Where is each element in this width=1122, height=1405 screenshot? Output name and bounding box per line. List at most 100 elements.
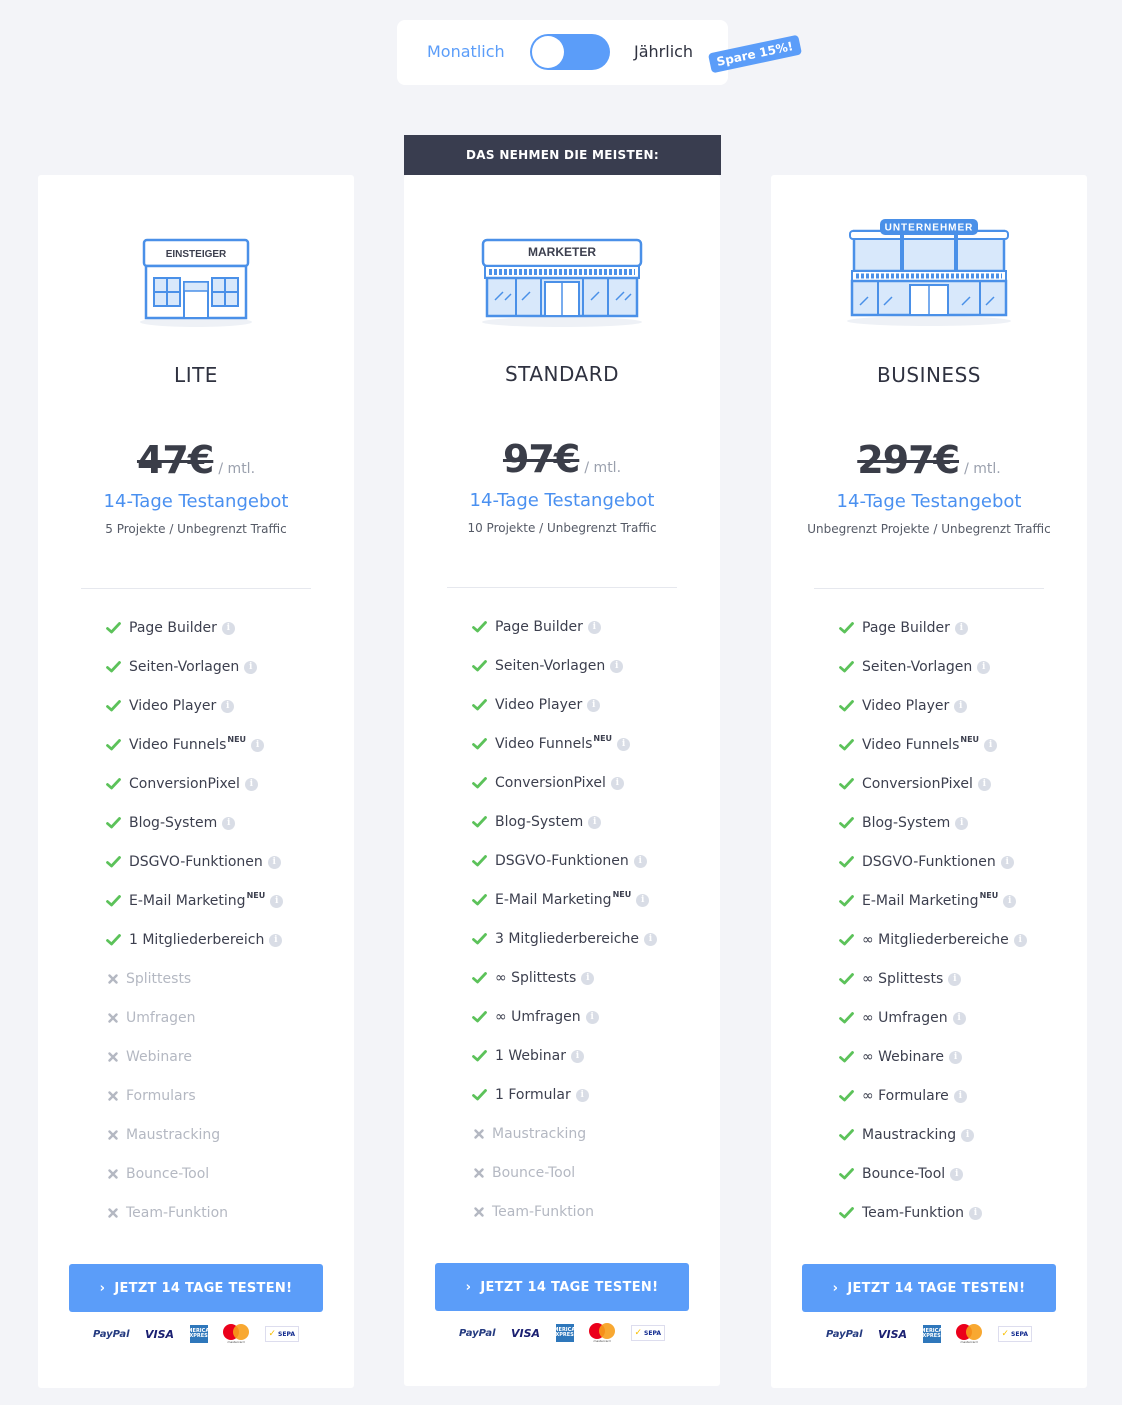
feature-item: Video Funnels NEU i <box>472 734 631 754</box>
check-icon <box>839 973 854 985</box>
info-icon[interactable]: i <box>961 1128 975 1142</box>
check-icon <box>839 1051 854 1063</box>
feature-item: ConversionPixel i <box>839 774 991 794</box>
price-unit: / mtl. <box>964 461 1001 477</box>
start-trial-label: JETZT 14 TAGE TESTEN! <box>480 1279 659 1295</box>
payment-methods: PayPal VISA AMERICAN EXPRESS mastercard ✓ SEP… <box>826 1323 1032 1345</box>
feature-item: DSGVO-Funktionen i <box>839 852 1014 872</box>
info-icon[interactable]: i <box>610 776 624 790</box>
monthly-label[interactable]: Monatlich <box>427 42 505 61</box>
info-icon[interactable]: i <box>267 855 281 869</box>
shop-illustration: EINSTEIGER <box>138 238 254 332</box>
feature-item: Page Builder i <box>472 617 601 637</box>
feature-label: DSGVO-Funktionen <box>129 854 263 870</box>
feature-item: Video Player i <box>106 696 235 716</box>
info-icon[interactable]: i <box>1013 933 1027 947</box>
feature-item: Team-Funktion <box>106 1203 228 1223</box>
start-trial-button[interactable]: › JETZT 14 TAGE TESTEN! <box>435 1263 689 1311</box>
check-icon <box>106 778 121 790</box>
feature-item: Formulars <box>106 1086 196 1106</box>
info-icon[interactable]: i <box>950 1167 964 1181</box>
info-icon[interactable]: i <box>610 659 624 673</box>
sepa-logo: ✓ SEPA <box>997 1326 1032 1342</box>
info-icon[interactable]: i <box>588 815 602 829</box>
price-unit: / mtl. <box>218 461 256 477</box>
info-icon[interactable]: i <box>585 1010 599 1024</box>
info-icon[interactable]: i <box>984 738 998 752</box>
check-icon <box>839 895 854 907</box>
info-icon[interactable]: i <box>570 1049 584 1063</box>
info-icon[interactable]: i <box>1000 855 1014 869</box>
check-icon <box>472 1050 487 1062</box>
price-row: 297€ / mtl. <box>771 438 1087 482</box>
info-icon[interactable]: i <box>977 660 991 674</box>
switch-knob[interactable] <box>532 36 564 68</box>
feature-item: Maustracking <box>472 1124 586 1144</box>
info-icon[interactable]: i <box>1003 894 1017 908</box>
start-trial-label: JETZT 14 TAGE TESTEN! <box>114 1280 293 1296</box>
chevron-right-icon: › <box>832 1280 839 1296</box>
info-icon[interactable]: i <box>575 1088 589 1102</box>
feature-item: Team-Funktion i <box>839 1203 983 1223</box>
paypal-logo: PayPal <box>93 1328 130 1340</box>
info-icon[interactable]: i <box>221 621 235 635</box>
payment-methods: PayPal VISA AMERICAN EXPRESS mastercard ✓ SEP… <box>459 1322 665 1344</box>
info-icon[interactable]: i <box>221 699 235 713</box>
plan-name: LITE <box>174 363 218 387</box>
trial-label: 14-Tage Testangebot <box>836 491 1022 512</box>
info-icon[interactable]: i <box>636 893 650 907</box>
info-icon[interactable]: i <box>949 1050 963 1064</box>
info-icon[interactable]: i <box>952 1011 966 1025</box>
billing-switch[interactable] <box>530 34 610 70</box>
info-icon[interactable]: i <box>222 816 236 830</box>
old-price: 97€ <box>502 437 580 481</box>
feature-item: Seiten-Vorlagen i <box>106 657 258 677</box>
feature-item: E-Mail Marketing NEU i <box>839 891 1017 911</box>
info-icon[interactable]: i <box>633 854 647 868</box>
feature-label: Video Funnels <box>129 737 227 753</box>
feature-item: DSGVO-Funktionen i <box>106 852 281 872</box>
info-icon[interactable]: i <box>269 933 283 947</box>
feature-label: Video Funnels <box>862 737 960 753</box>
feature-item: Blog-System i <box>839 813 969 833</box>
feature-label: Blog-System <box>495 814 584 830</box>
info-icon[interactable]: i <box>644 932 657 946</box>
info-icon[interactable]: i <box>270 894 284 908</box>
feature-label: ∞ Splittests <box>495 970 577 986</box>
yearly-label[interactable]: Jährlich <box>634 42 693 61</box>
check-icon <box>839 934 854 946</box>
info-icon[interactable]: i <box>969 1206 983 1220</box>
start-trial-button[interactable]: › JETZT 14 TAGE TESTEN! <box>802 1264 1056 1312</box>
feature-label: ConversionPixel <box>495 775 606 791</box>
info-icon[interactable]: i <box>977 777 991 791</box>
info-icon[interactable]: i <box>953 1089 967 1103</box>
x-icon <box>108 1169 118 1179</box>
feature-label: Blog-System <box>862 815 951 831</box>
feature-item: 1 Mitgliederbereich i <box>106 930 283 950</box>
info-icon[interactable]: i <box>954 621 968 635</box>
feature-label: ∞ Umfragen <box>862 1010 948 1026</box>
info-icon[interactable]: i <box>948 972 962 986</box>
feature-label: Seiten-Vorlagen <box>862 659 973 675</box>
info-icon[interactable]: i <box>244 660 258 674</box>
feature-label: ConversionPixel <box>862 776 973 792</box>
feature-label: Blog-System <box>129 815 218 831</box>
feature-item: E-Mail Marketing NEU i <box>106 891 284 911</box>
check-icon <box>839 856 854 868</box>
info-icon[interactable]: i <box>955 816 969 830</box>
info-icon[interactable]: i <box>587 698 601 712</box>
info-icon[interactable]: i <box>617 737 631 751</box>
mastercard-logo: mastercard <box>223 1324 250 1344</box>
feature-label: Video Funnels <box>495 736 593 752</box>
info-icon[interactable]: i <box>251 738 265 752</box>
info-icon[interactable]: i <box>581 971 595 985</box>
check-icon <box>839 739 854 751</box>
x-icon <box>108 1013 118 1023</box>
price-unit: / mtl. <box>584 460 622 476</box>
info-icon[interactable]: i <box>587 620 601 634</box>
start-trial-button[interactable]: › JETZT 14 TAGE TESTEN! <box>69 1264 323 1312</box>
feature-label: DSGVO-Funktionen <box>495 853 629 869</box>
feature-label: Seiten-Vorlagen <box>495 658 606 674</box>
info-icon[interactable]: i <box>244 777 258 791</box>
info-icon[interactable]: i <box>954 699 968 713</box>
